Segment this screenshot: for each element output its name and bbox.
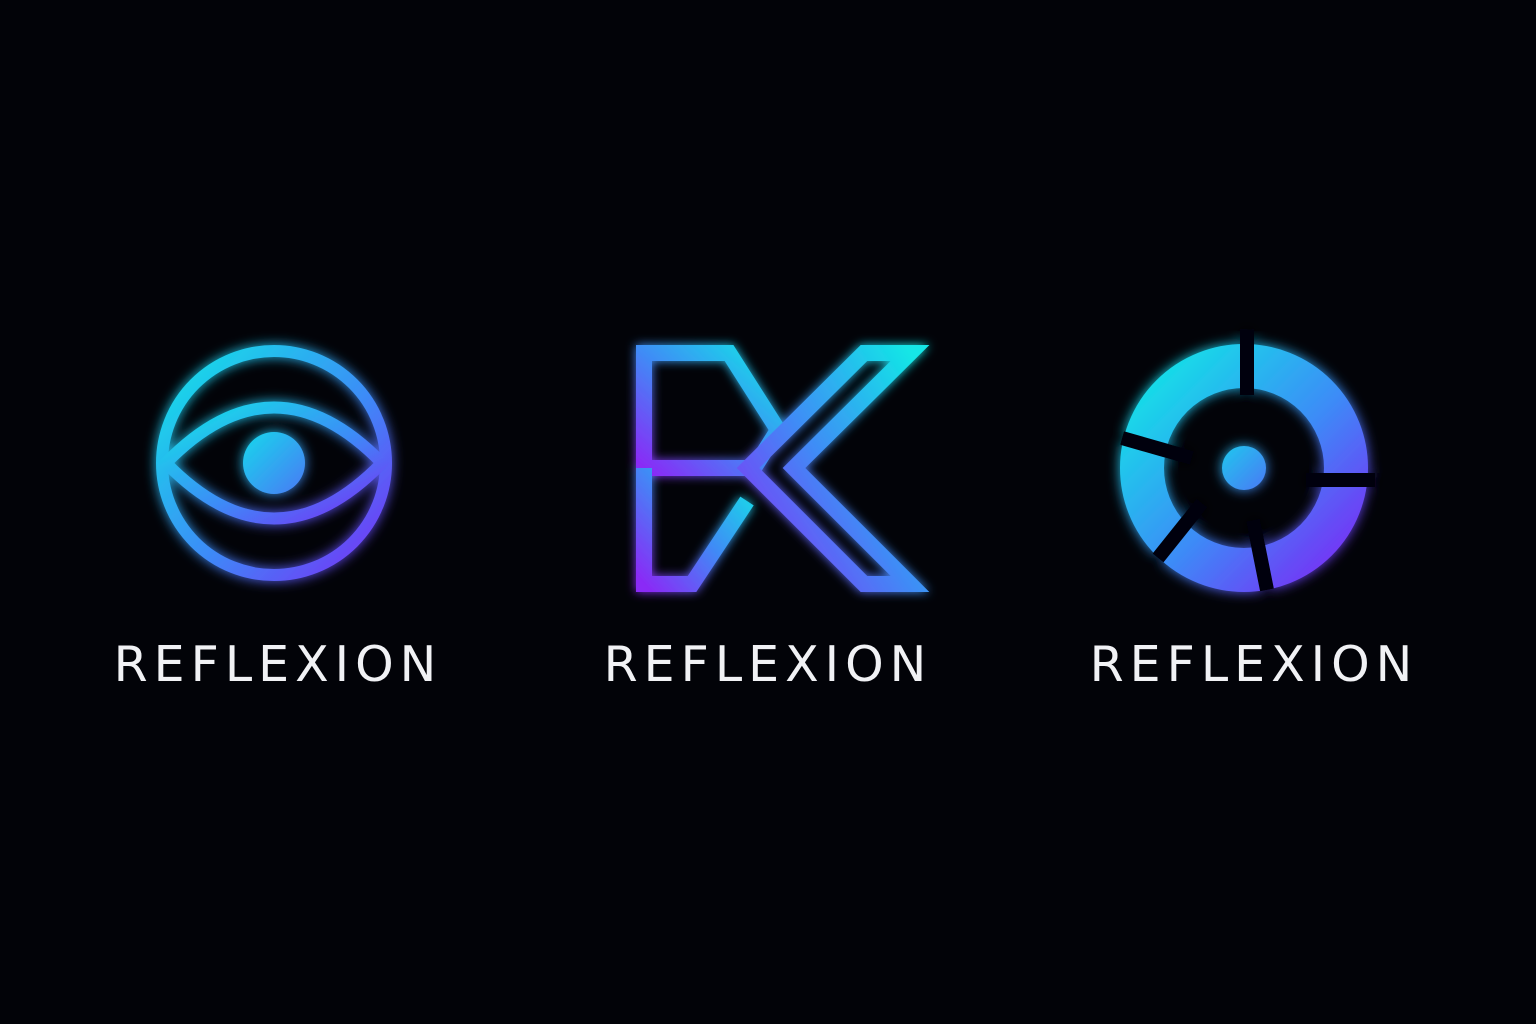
geometric-letter-k-icon — [636, 345, 930, 592]
wordmark: REFLEXION — [1089, 636, 1419, 693]
segmented-ring-with-dot-icon — [1120, 330, 1375, 592]
logo-variant-k: REFLEXION — [512, 0, 1024, 1024]
eye-in-circle-icon — [156, 345, 392, 581]
wordmark: REFLEXION — [603, 636, 933, 693]
logo-variant-ring: REFLEXION — [998, 0, 1510, 1024]
logo-showcase: REFLEXION REFLEXION REFLEXION — [0, 0, 1536, 1024]
logo-variant-eye: REFLEXION — [22, 0, 534, 1024]
wordmark: REFLEXION — [113, 636, 443, 693]
